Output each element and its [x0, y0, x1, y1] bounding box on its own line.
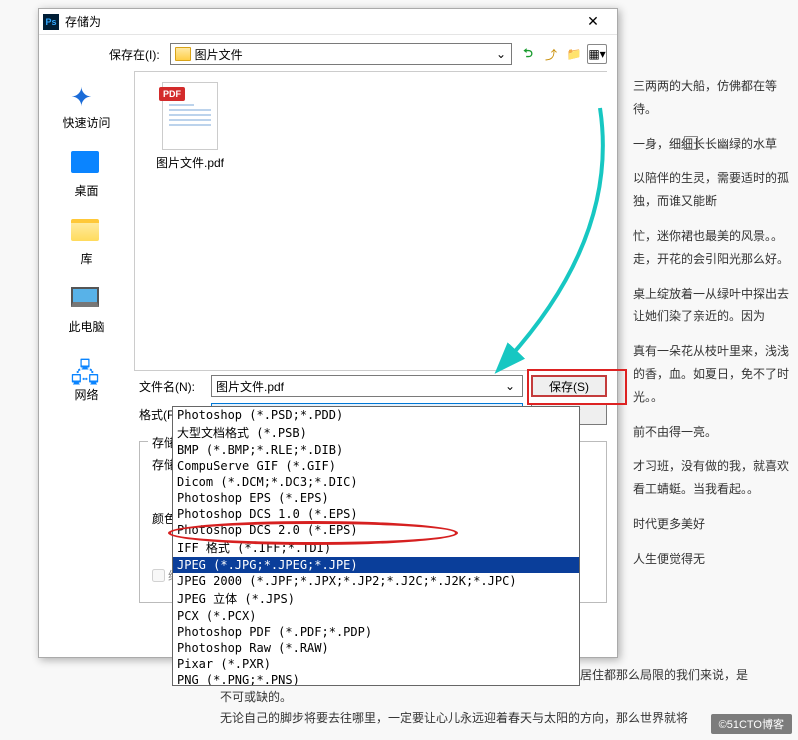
save-in-combo[interactable]: 图片文件 ⌄	[170, 43, 512, 65]
network-icon: 🖧	[71, 355, 103, 383]
format-option[interactable]: PNG (*.PNG;*.PNS)	[173, 672, 579, 686]
format-option[interactable]: Photoshop DCS 1.0 (*.EPS)	[173, 506, 579, 522]
sidebar-item-network[interactable]: 🖧 网络	[47, 351, 127, 407]
format-option[interactable]: JPEG 2000 (*.JPF;*.JPX;*.JP2;*.J2C;*.J2K…	[173, 573, 579, 589]
view-menu-icon[interactable]: ▦▾	[587, 44, 607, 64]
back-icon[interactable]: ⮌	[518, 44, 538, 64]
title-bar: Ps 存储为 ✕	[39, 9, 617, 35]
file-item-name: 图片文件.pdf	[156, 154, 224, 171]
format-dropdown-list[interactable]: Photoshop (*.PSD;*.PDD)大型文档格式 (*.PSB)BMP…	[172, 406, 580, 686]
format-option[interactable]: Photoshop DCS 2.0 (*.EPS)	[173, 522, 579, 538]
file-list[interactable]: PDF 图片文件.pdf	[134, 71, 607, 371]
save-in-label: 保存在(I):	[109, 46, 160, 63]
format-option[interactable]: 大型文档格式 (*.PSB)	[173, 423, 579, 442]
places-sidebar: ✦ 快速访问 桌面 库 此电脑 🖧 网络	[39, 71, 134, 371]
save-in-value: 图片文件	[195, 46, 489, 63]
this-pc-icon	[71, 287, 99, 307]
sidebar-item-desktop[interactable]: 桌面	[47, 147, 127, 203]
folder-icon	[175, 47, 191, 61]
format-option[interactable]: Photoshop PDF (*.PDF;*.PDP)	[173, 624, 579, 640]
photoshop-icon: Ps	[43, 14, 59, 30]
sidebar-item-libraries[interactable]: 库	[47, 215, 127, 271]
up-one-level-icon[interactable]: ⤴	[541, 44, 561, 64]
format-option[interactable]: Pixar (*.PXR)	[173, 656, 579, 672]
sidebar-item-thispc[interactable]: 此电脑	[47, 283, 127, 339]
new-folder-icon[interactable]: 📁	[564, 44, 584, 64]
format-option[interactable]: IFF 格式 (*.IFF;*.TDI)	[173, 538, 579, 557]
format-option[interactable]: JPEG 立体 (*.JPS)	[173, 589, 579, 608]
chevron-down-icon: ⌄	[493, 47, 509, 61]
format-option[interactable]: Photoshop (*.PSD;*.PDD)	[173, 407, 579, 423]
background-document-text: 三两两的大船，仿佛都在等待。 一身，细细长长幽绿的水草 以陪伴的生灵，需要适时的…	[628, 70, 798, 588]
format-option[interactable]: Photoshop EPS (*.EPS)	[173, 490, 579, 506]
format-option[interactable]: BMP (*.BMP;*.RLE;*.DIB)	[173, 442, 579, 458]
filename-input[interactable]: 图片文件.pdf ⌄	[211, 375, 523, 397]
file-item[interactable]: PDF 图片文件.pdf	[145, 82, 235, 171]
format-option[interactable]: PCX (*.PCX)	[173, 608, 579, 624]
format-option[interactable]: JPEG (*.JPG;*.JPEG;*.JPE)	[173, 557, 579, 573]
desktop-icon	[71, 151, 99, 173]
format-option[interactable]: Dicom (*.DCM;*.DC3;*.DIC)	[173, 474, 579, 490]
format-option[interactable]: Photoshop Raw (*.RAW)	[173, 640, 579, 656]
watermark: ©51CTO博客	[711, 714, 792, 734]
pdf-thumbnail-icon: PDF	[162, 82, 218, 150]
format-option[interactable]: CompuServe GIF (*.GIF)	[173, 458, 579, 474]
quick-access-icon: ✦	[71, 83, 103, 111]
close-button[interactable]: ✕	[573, 9, 613, 35]
dialog-title: 存储为	[65, 13, 573, 30]
save-button[interactable]: 保存(S)	[531, 375, 607, 397]
libraries-icon	[71, 219, 99, 241]
chevron-down-icon: ⌄	[502, 379, 518, 393]
sidebar-item-quickaccess[interactable]: ✦ 快速访问	[47, 79, 127, 135]
filename-label: 文件名(N):	[139, 378, 211, 395]
